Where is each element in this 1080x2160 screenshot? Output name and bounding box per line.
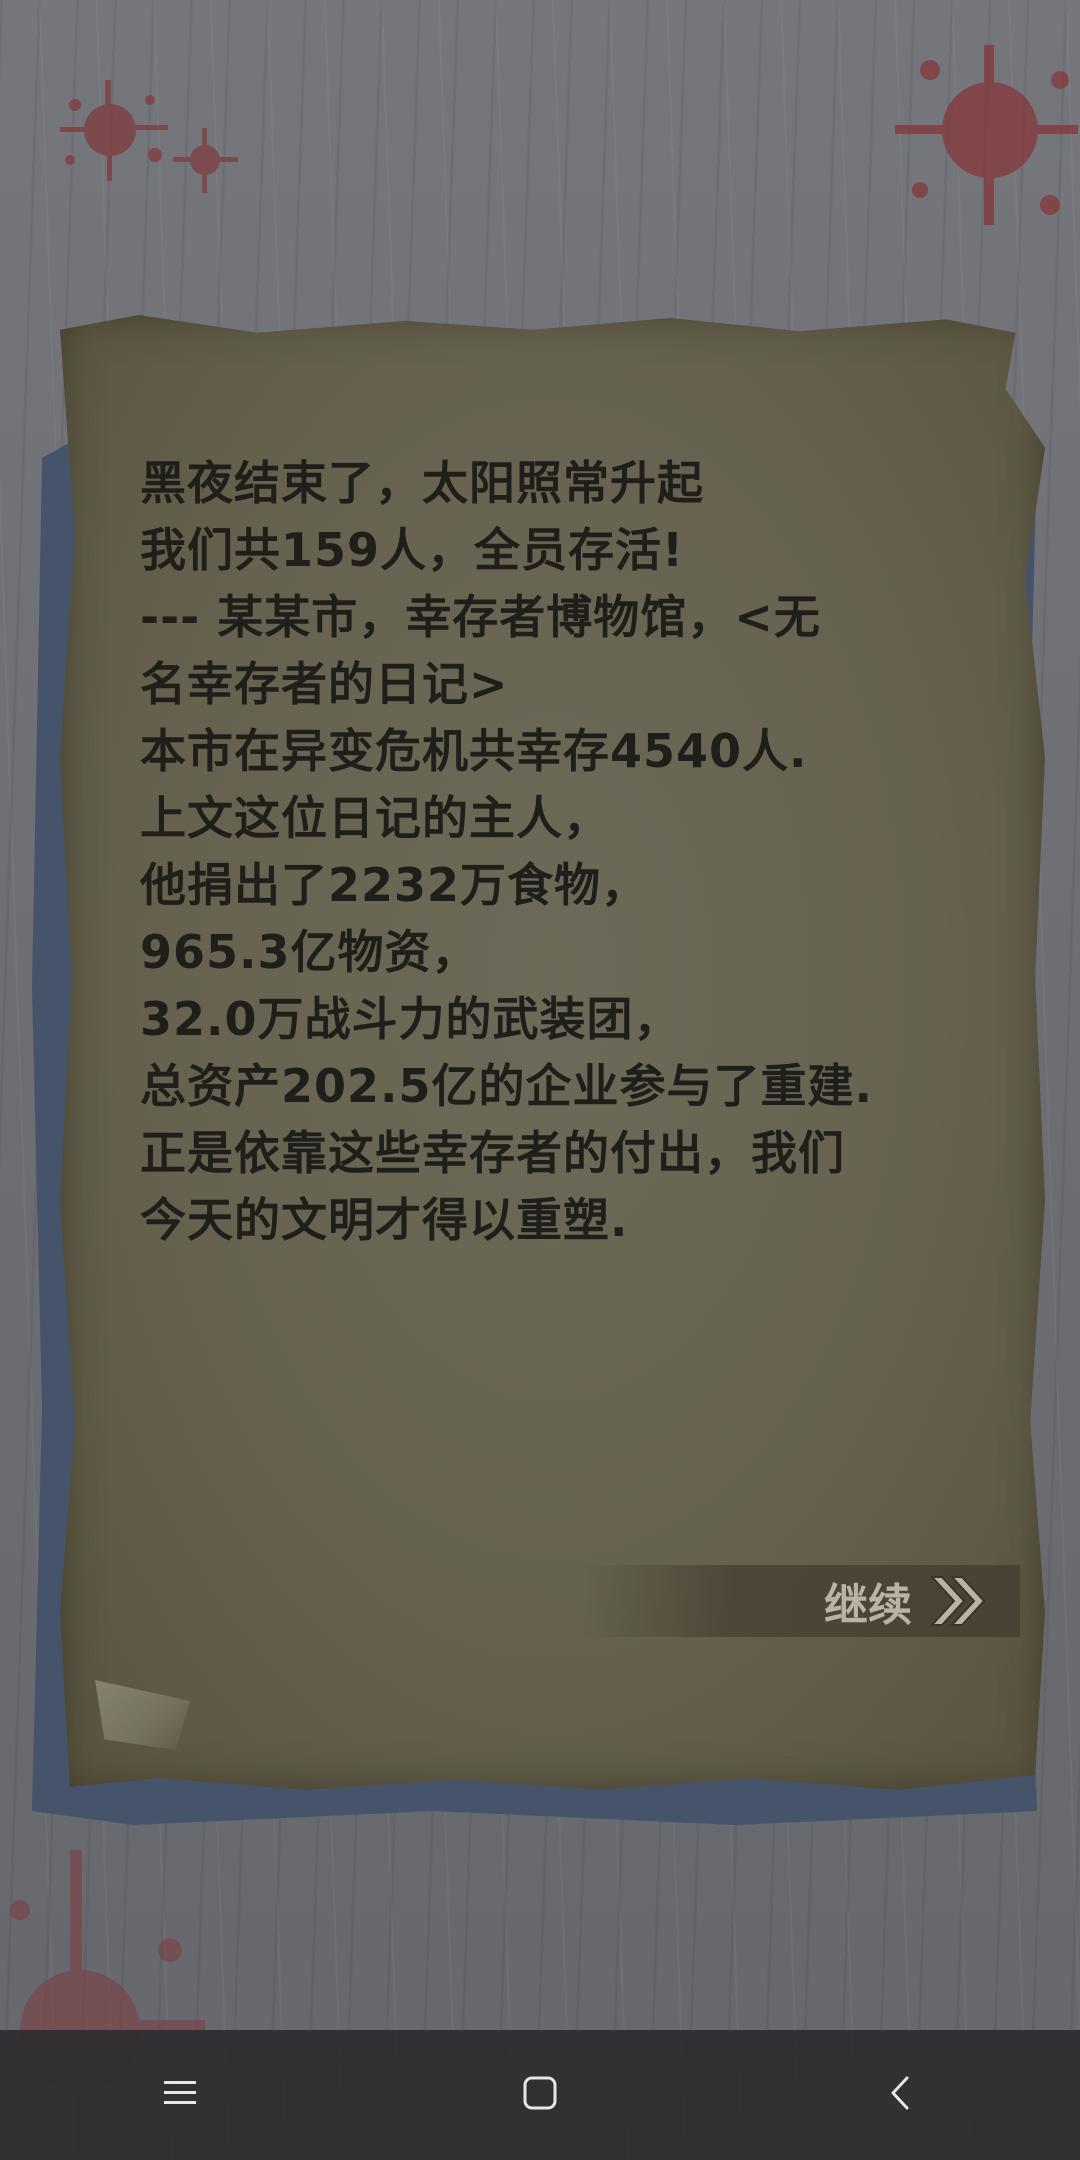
back-icon bbox=[888, 2075, 912, 2115]
diary-line: 他捐出了2232万食物， bbox=[140, 858, 649, 912]
diary-line: 32.0万战斗力的武装团， bbox=[140, 992, 681, 1046]
blood-splatter-top-right bbox=[895, 45, 1078, 225]
diary-line: 总资产202.5亿的企业参与了重建. bbox=[140, 1059, 873, 1113]
blood-splatter-top-left-small bbox=[173, 128, 238, 193]
nav-back-button[interactable] bbox=[840, 2045, 960, 2145]
diary-line: --- 某某市，幸存者博物馆，<无 bbox=[140, 590, 821, 644]
home-icon bbox=[522, 2075, 558, 2115]
diary-line: 上文这位日记的主人， bbox=[140, 791, 610, 845]
system-nav-bar bbox=[0, 2030, 1080, 2160]
diary-text: 黑夜结束了，太阳照常升起 我们共159人，全员存活! --- 某某市，幸存者博物… bbox=[140, 450, 980, 1254]
double-chevron-right-icon bbox=[926, 1573, 990, 1629]
diary-line: 正是依靠这些幸存者的付出，我们 bbox=[140, 1126, 845, 1180]
menu-icon bbox=[162, 2078, 198, 2112]
diary-line: 965.3亿物资， bbox=[140, 925, 479, 979]
diary-line: 今天的文明才得以重塑. bbox=[140, 1193, 629, 1247]
diary-line: 名幸存者的日记> bbox=[140, 657, 509, 711]
diary-line: 我们共159人，全员存活! bbox=[140, 523, 684, 577]
diary-line: 本市在异变危机共幸存4540人. bbox=[140, 724, 808, 778]
blood-splatter-top-left bbox=[60, 80, 168, 181]
nav-menu-button[interactable] bbox=[120, 2045, 240, 2145]
continue-label: 继续 bbox=[824, 1580, 912, 1631]
nav-home-button[interactable] bbox=[480, 2045, 600, 2145]
diary-line: 黑夜结束了，太阳照常升起 bbox=[140, 456, 704, 510]
continue-button[interactable]: 继续 bbox=[580, 1565, 1020, 1637]
